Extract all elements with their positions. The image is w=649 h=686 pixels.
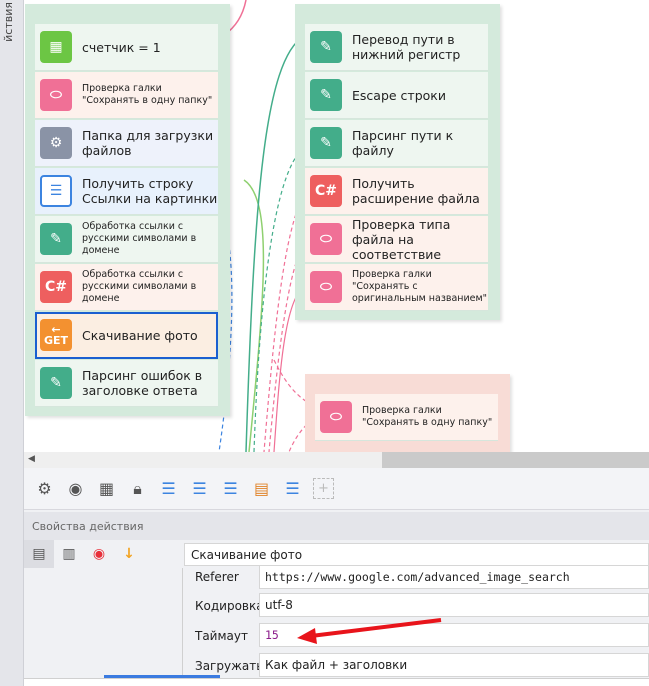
action-block[interactable]: ✎ Парсинг ошибок в заголовке ответа — [35, 360, 218, 407]
grid-icon[interactable]: ▦ — [96, 478, 117, 499]
action-label: Обработка ссылки с русскими символами в … — [82, 221, 197, 256]
action-block[interactable]: C# Обработка ссылки с русскими символами … — [35, 264, 218, 311]
add-icon[interactable]: + — [313, 478, 334, 499]
action-block[interactable]: ⬭ Проверка галки "Сохранять в одну папку" — [315, 394, 498, 441]
settings-icon[interactable]: ⚙ — [34, 478, 55, 499]
list-icon[interactable]: ☰ — [189, 478, 210, 499]
table-icon[interactable]: ▤ — [251, 478, 272, 499]
pencil-icon: ✎ — [310, 79, 342, 111]
gear-icon: ⚙ — [40, 127, 72, 159]
properties-header: Свойства действия — [24, 512, 649, 540]
pencil-icon: ✎ — [310, 31, 342, 63]
grid-icon: ▦ — [40, 31, 72, 63]
referer-input[interactable]: https://www.google.com/advanced_image_se… — [259, 565, 649, 589]
action-group-right: ✎ Перевод пути в нижний регистр ✎ Escape ст… — [295, 4, 500, 320]
action-label: Парсинг пути к файлу — [352, 128, 454, 158]
csharp-icon: C# — [310, 175, 342, 207]
action-block[interactable]: ← GET Скачивание фото — [35, 312, 218, 359]
action-label: Парсинг ошибок в заголовке ответа — [82, 368, 203, 398]
action-block[interactable]: ▦ счетчик = 1 — [35, 24, 218, 71]
sidebar-label: йствия — [2, 2, 15, 42]
action-label: Папка для загрузки файлов — [82, 128, 214, 158]
scrollbar-thumb[interactable] — [382, 452, 649, 468]
edit-notes-icon[interactable]: ▥ — [54, 540, 84, 568]
encoding-input[interactable]: utf-8 — [259, 593, 649, 617]
bottom-tabs — [24, 678, 649, 686]
properties-toolbar: ▤ ▥ ◉ ↓ Скачивание фото — [24, 540, 649, 568]
lock-icon[interactable]: 🔒︎ — [127, 478, 148, 499]
action-block[interactable]: ☰ Получить строку Ссылки на картинки — [35, 168, 218, 215]
encoding-label: Кодировка — [195, 599, 264, 613]
action-label: счетчик = 1 — [82, 39, 161, 55]
timeout-label: Таймаут — [195, 629, 248, 643]
list-icon[interactable]: ☰ — [282, 478, 303, 499]
action-label: Escape строки — [352, 87, 446, 103]
action-block[interactable]: ⬭ Проверка типа файла на соответствие — [305, 216, 488, 263]
toggle-icon: ⬭ — [310, 271, 342, 303]
download-mode-select[interactable]: Как файл + заголовки — [259, 653, 649, 677]
scroll-left-icon[interactable]: ◀ — [28, 454, 35, 464]
action-label: Перевод пути в нижний регистр — [352, 32, 461, 62]
annotation-arrow — [297, 618, 442, 644]
action-label: Получить строку Ссылки на картинки — [82, 176, 218, 206]
action-label: Обработка ссылки с русскими символами в … — [82, 269, 197, 304]
canvas-toolbar: ⚙ ◉ ▦ 🔒︎ ☰ ☰ ☰ ▤ ☰ + — [24, 468, 649, 510]
get-icon: ← GET — [40, 319, 72, 351]
action-label: Проверка галки "Сохранять в одну папку" — [362, 405, 493, 428]
project-canvas[interactable]: ▦ счетчик = 1 ⬭ Проверка галки "Сохранять в… — [24, 0, 649, 452]
action-settings-icon[interactable]: ▤ — [24, 540, 54, 568]
action-block[interactable]: ✎ Обработка ссылки с русскими символами в… — [35, 216, 218, 263]
actions-sidebar[interactable]: йствия — [0, 0, 24, 686]
horizontal-scrollbar[interactable]: ◀ — [24, 452, 649, 468]
action-label: Проверка галки "Сохранять в одну папку" — [82, 83, 213, 106]
csharp-icon: C# — [40, 271, 72, 303]
action-block[interactable]: ✎ Перевод пути в нижний регистр — [305, 24, 488, 71]
list-icon: ☰ — [40, 175, 72, 207]
action-label: Скачивание фото — [82, 327, 198, 343]
action-block[interactable]: ✎ Escape строки — [305, 72, 488, 119]
toggle-icon: ⬭ — [310, 223, 342, 255]
action-label: Проверка галки "Сохранять с оригинальным… — [352, 269, 488, 304]
toggle-icon: ⬭ — [40, 79, 72, 111]
profile-icon[interactable]: ◉ — [65, 478, 86, 499]
pencil-icon: ✎ — [310, 127, 342, 159]
action-label: Получить расширение файла — [352, 176, 480, 206]
list-icon[interactable]: ☰ — [220, 478, 241, 499]
record-icon[interactable]: ◉ — [84, 540, 114, 568]
action-name-input[interactable]: Скачивание фото — [184, 543, 649, 566]
arrow-down-icon[interactable]: ↓ — [114, 540, 144, 568]
action-block[interactable]: ⬭ Проверка галки "Сохранять с оригинальны… — [305, 264, 488, 311]
pencil-icon: ✎ — [40, 223, 72, 255]
action-block[interactable]: C# Получить расширение файла — [305, 168, 488, 215]
action-block[interactable]: ✎ Парсинг пути к файлу — [305, 120, 488, 167]
pencil-icon: ✎ — [40, 367, 72, 399]
properties-fields: Referer https://www.google.com/advanced_… — [182, 565, 649, 680]
referer-label: Referer — [195, 570, 239, 584]
download-mode-label: Загружать — [195, 659, 264, 673]
toggle-icon: ⬭ — [320, 401, 352, 433]
action-block[interactable]: ⬭ Проверка галки "Сохранять в одну папку" — [35, 72, 218, 119]
action-label: Проверка типа файла на соответствие — [352, 216, 451, 262]
action-block[interactable]: ⚙ Папка для загрузки файлов — [35, 120, 218, 167]
action-group-left: ▦ счетчик = 1 ⬭ Проверка галки "Сохранять в… — [25, 4, 230, 416]
list-icon[interactable]: ☰ — [158, 478, 179, 499]
action-group-pink: ⬭ Проверка галки "Сохранять в одну папку" — [305, 374, 510, 452]
